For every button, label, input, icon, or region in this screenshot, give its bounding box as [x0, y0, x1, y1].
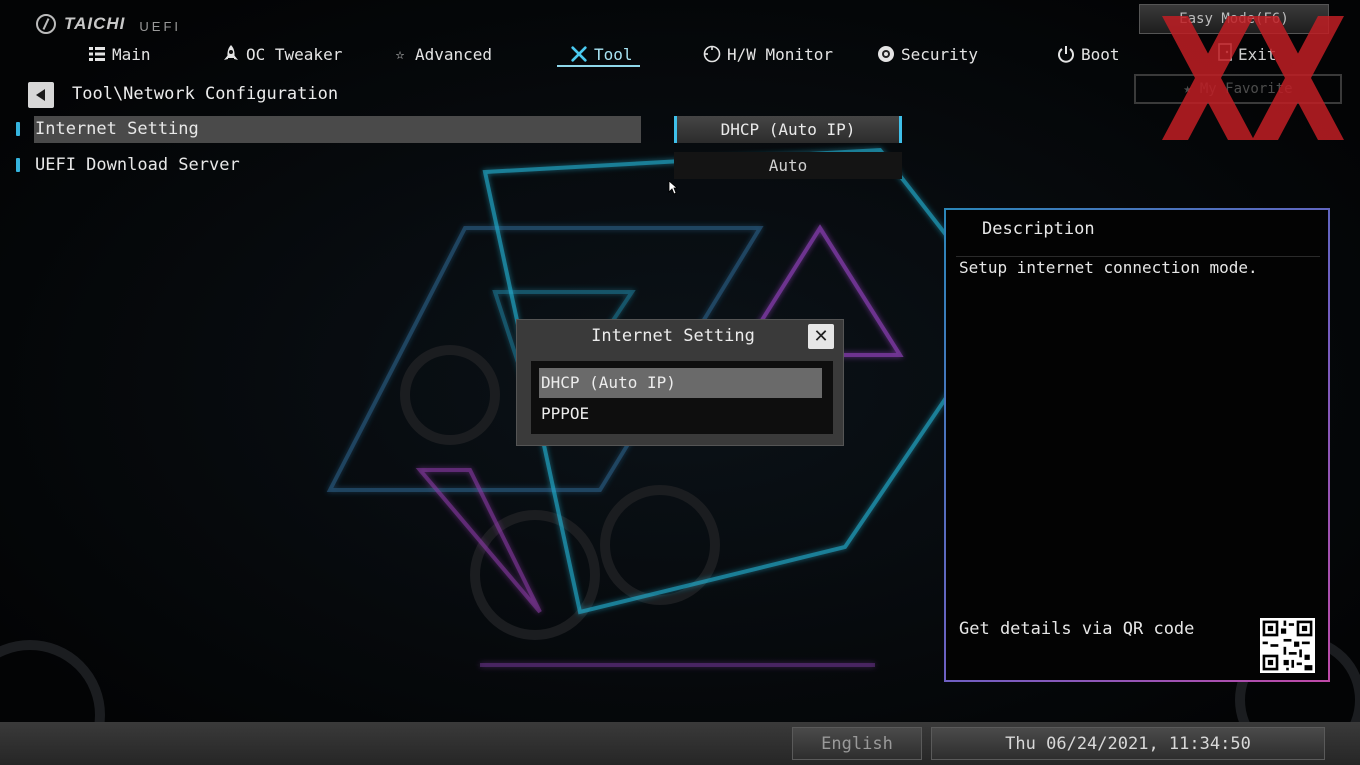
qr-label: Get details via QR code — [959, 619, 1195, 639]
option-dhcp[interactable]: DHCP (Auto IP) — [539, 368, 822, 398]
tab-boot[interactable]: Boot — [1057, 42, 1120, 66]
close-icon: ✕ — [813, 326, 829, 347]
tab-label: OC Tweaker — [246, 44, 343, 64]
watermark-logo — [1162, 16, 1344, 140]
qr-code[interactable] — [1260, 618, 1315, 673]
datetime-display: Thu 06/24/2021, 11:34:50 — [931, 727, 1325, 760]
setting-label: UEFI Download Server — [35, 155, 240, 175]
brand-mark-icon — [36, 14, 56, 34]
list-icon — [88, 45, 106, 63]
tab-label: Boot — [1081, 44, 1120, 64]
tools-icon — [570, 45, 588, 63]
description-text: Setup internet connection mode. — [959, 258, 1258, 277]
brand-name: TAICHI — [64, 14, 126, 33]
language-button[interactable]: English — [792, 727, 922, 760]
tab-label: Main — [112, 44, 151, 64]
back-button[interactable] — [28, 82, 54, 108]
description-panel — [944, 208, 1330, 682]
rocket-icon — [222, 45, 240, 63]
mouse-cursor-icon — [668, 180, 678, 195]
tab-label: Advanced — [415, 44, 493, 64]
back-arrow-icon — [35, 89, 45, 101]
tab-security[interactable]: Security — [877, 42, 978, 66]
monitor-icon — [703, 45, 721, 63]
brand-logo: TAICHI UEFI — [36, 10, 181, 34]
tab-hw-monitor[interactable]: H/W Monitor — [703, 42, 833, 66]
setting-label: Internet Setting — [35, 119, 199, 139]
setting-value[interactable]: Auto — [674, 152, 902, 179]
dialog-title: Internet Setting — [591, 326, 755, 346]
breadcrumb: Tool\Network Configuration — [72, 84, 339, 104]
power-icon — [1057, 45, 1075, 63]
tab-advanced[interactable]: ☆ Advanced — [391, 42, 492, 66]
tab-label: Tool — [594, 44, 633, 64]
shield-icon — [877, 45, 895, 63]
row-marker — [16, 158, 20, 172]
star-icon: ☆ — [395, 45, 405, 63]
description-title: Description — [982, 219, 1095, 239]
tab-main[interactable]: Main — [88, 42, 151, 66]
tab-tool[interactable]: Tool — [570, 42, 633, 66]
active-tab-indicator — [557, 65, 640, 67]
close-button[interactable]: ✕ — [808, 324, 834, 349]
tab-label: Security — [901, 44, 979, 64]
brand-sub: UEFI — [139, 19, 182, 34]
tab-oc-tweaker[interactable]: OC Tweaker — [222, 42, 342, 66]
divider — [956, 256, 1320, 257]
option-pppoe[interactable]: PPPOE — [539, 399, 822, 429]
setting-value[interactable]: DHCP (Auto IP) — [674, 116, 902, 143]
row-marker — [16, 122, 20, 136]
tab-label: H/W Monitor — [727, 44, 833, 64]
